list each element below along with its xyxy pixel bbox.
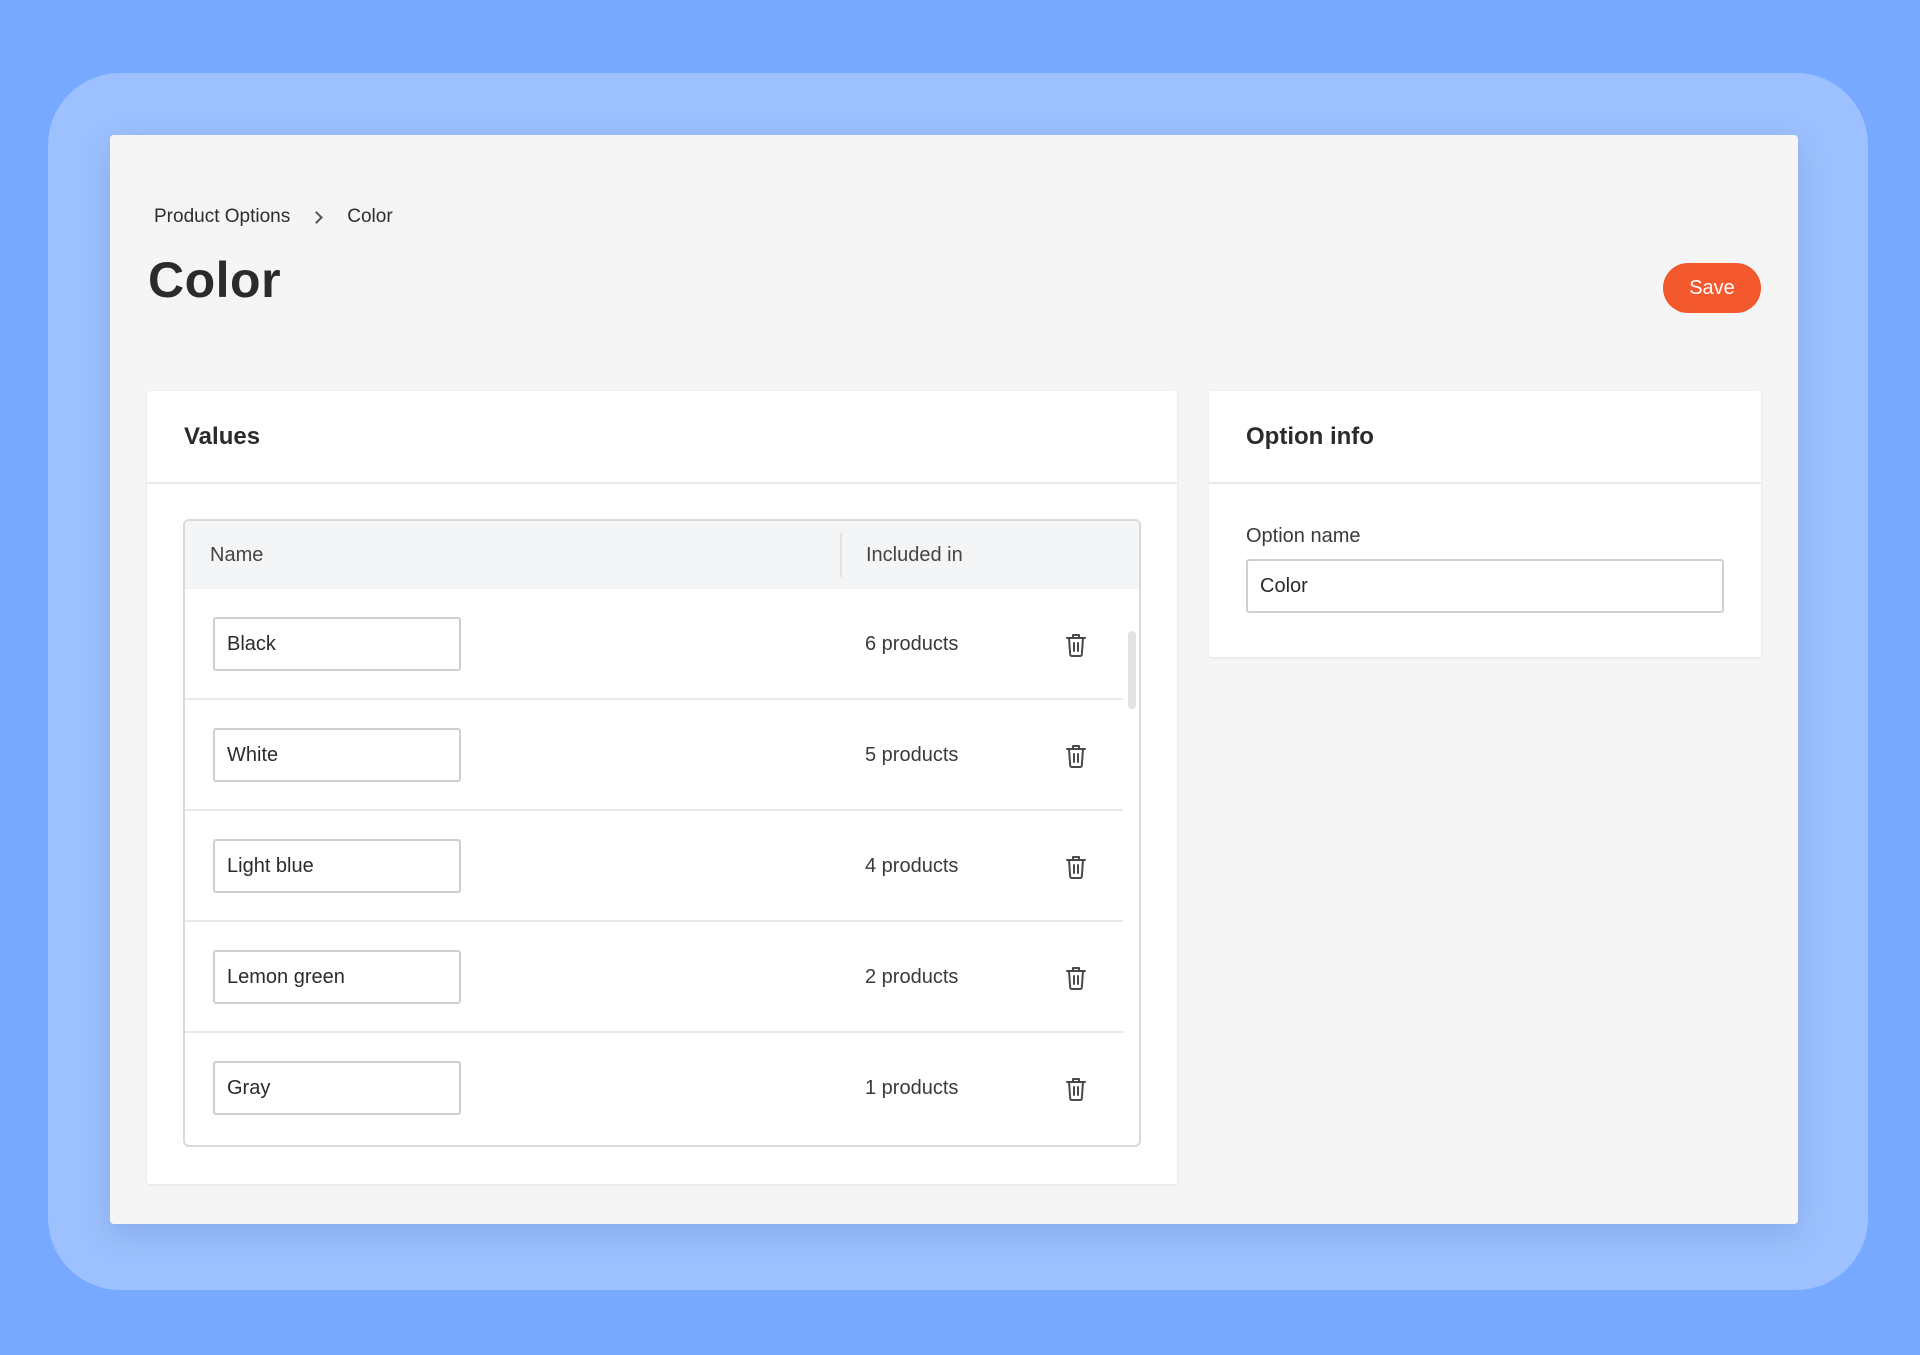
breadcrumb-parent-link[interactable]: Product Options [154, 206, 290, 228]
breadcrumb: Product Options Color [154, 206, 393, 228]
trash-icon[interactable] [1063, 1075, 1089, 1103]
table-header: Name Included in [185, 521, 1139, 589]
trash-icon[interactable] [1063, 964, 1089, 992]
table-row: White 5 products [185, 700, 1123, 811]
table-row: Gray 1 products [185, 1033, 1123, 1144]
included-count: 2 products [865, 966, 959, 988]
values-card: Values Name Included in Black 6 products… [147, 391, 1177, 1184]
value-name-input[interactable]: Light blue [213, 839, 461, 893]
table-scrollbar[interactable] [1128, 631, 1136, 709]
option-info-card: Option info Option name Color [1209, 391, 1761, 657]
included-count: 5 products [865, 744, 959, 766]
included-count: 6 products [865, 633, 959, 655]
table-row: Black 6 products [185, 589, 1123, 700]
value-name-input[interactable]: White [213, 728, 461, 782]
breadcrumb-current: Color [347, 206, 393, 227]
column-divider [840, 533, 842, 577]
option-name-label: Option name [1246, 525, 1361, 547]
column-header-included: Included in [866, 543, 963, 566]
value-name-input[interactable]: Gray [213, 1061, 461, 1115]
save-button[interactable]: Save [1663, 263, 1761, 313]
values-table: Name Included in Black 6 products White … [183, 519, 1141, 1147]
included-count: 4 products [865, 855, 959, 877]
values-card-title: Values [147, 391, 1177, 484]
trash-icon[interactable] [1063, 742, 1089, 770]
app-window: Product Options Color Color Save Values … [110, 135, 1798, 1224]
table-body: Black 6 products White 5 products Light … [185, 589, 1139, 1144]
included-count: 1 products [865, 1077, 959, 1099]
value-name-input[interactable]: Lemon green [213, 950, 461, 1004]
trash-icon[interactable] [1063, 631, 1089, 659]
table-row: Light blue 4 products [185, 811, 1123, 922]
chevron-right-icon [310, 210, 324, 224]
column-header-name: Name [210, 543, 264, 566]
table-row: Lemon green 2 products [185, 922, 1123, 1033]
option-name-input[interactable]: Color [1246, 559, 1724, 613]
value-name-input[interactable]: Black [213, 617, 461, 671]
option-info-title: Option info [1209, 391, 1761, 484]
trash-icon[interactable] [1063, 853, 1089, 881]
page-title: Color [148, 252, 282, 308]
